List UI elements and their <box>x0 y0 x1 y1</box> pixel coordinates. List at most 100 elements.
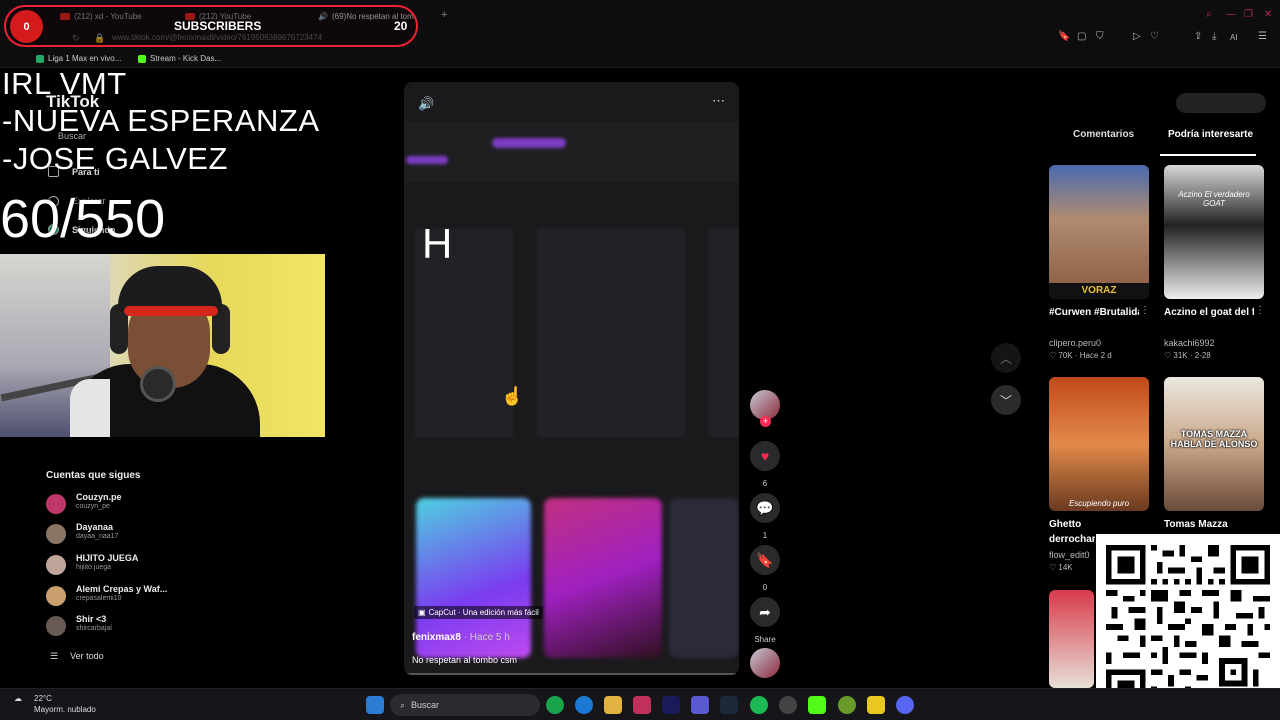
edge-icon[interactable] <box>575 696 593 714</box>
new-tab-button[interactable]: + <box>441 9 447 21</box>
following-item[interactable]: Shir <3 shircarbajal <box>46 614 226 638</box>
suggestion-title[interactable]: Tomas Mazza <box>1164 517 1254 532</box>
follow-plus-icon[interactable]: + <box>760 416 771 427</box>
suggestion-thumb[interactable]: Escupiendo puro <box>1049 377 1149 511</box>
kick-icon[interactable] <box>808 696 826 714</box>
thumb-caption: Aczino El verdadero GOAT <box>1178 190 1250 208</box>
app-green-icon[interactable] <box>838 696 856 714</box>
video-progress[interactable] <box>404 673 739 675</box>
suggestion-stats: ♡ 70K · Hace 2 d <box>1049 351 1112 360</box>
suggestion-thumb[interactable] <box>1049 590 1094 688</box>
video-blur-thumb <box>669 498 739 658</box>
heart-icon: ♥ <box>750 441 780 471</box>
following-item[interactable]: HIJITO JUEGA hijiito.juega <box>46 553 226 577</box>
comment-button[interactable]: 💬 1 <box>750 493 780 540</box>
more-options-icon[interactable]: ⋯ <box>712 93 725 109</box>
liga-icon <box>36 54 44 63</box>
tab-comentarios[interactable]: Comentarios <box>1073 129 1134 140</box>
suggestion-thumb[interactable]: Aczino El verdadero GOAT <box>1164 165 1264 299</box>
start-button[interactable] <box>366 696 384 714</box>
suggestion-stats: ♡ 31K · 2-28 <box>1164 351 1211 360</box>
subscriber-count: 20 <box>394 19 408 33</box>
save-button[interactable]: 🔖 0 <box>750 545 780 592</box>
teams-icon[interactable] <box>691 696 709 714</box>
video-blur-card <box>536 228 686 438</box>
jacket-sleeve <box>70 379 110 437</box>
restore-icon[interactable]: ❐ <box>1244 9 1253 20</box>
minimize-icon[interactable]: — <box>1226 9 1236 20</box>
avatar <box>46 555 66 575</box>
tab-podria-interesarte[interactable]: Podría interesarte <box>1168 129 1253 140</box>
cap-brim <box>124 306 218 316</box>
list-icon: ☰ <box>50 651 59 661</box>
play-icon[interactable]: ▷ <box>1133 31 1141 42</box>
screenshot-icon[interactable]: ▢ <box>1077 31 1086 42</box>
previous-video-button[interactable]: ︿ <box>991 343 1021 373</box>
video-description: No respetan al tombo csm <box>412 655 518 665</box>
menu-icon[interactable]: ☰ <box>1258 31 1267 42</box>
next-video-button[interactable]: ﹀ <box>991 385 1021 415</box>
subscriber-label: SUBSCRIBERS <box>174 19 262 33</box>
thumb-caption: Escupiendo puro <box>1068 499 1130 508</box>
top-right-controls[interactable] <box>1176 93 1266 113</box>
following-item[interactable]: Alemi Crepas y Waf... crepasalemi10 <box>46 584 226 608</box>
close-icon[interactable]: ✕ <box>1264 9 1272 20</box>
share-button[interactable]: ➦ Share <box>750 597 780 644</box>
active-tab-indicator <box>1160 154 1256 156</box>
whatsapp-icon[interactable] <box>546 696 564 714</box>
suggestion-user[interactable]: flow_edit0 <box>1049 550 1090 560</box>
suggestion-user[interactable]: clipero.peru0 <box>1049 338 1101 348</box>
app-pink-icon[interactable] <box>633 696 651 714</box>
overlay-line-2: -NUEVA ESPERANZA <box>2 103 320 138</box>
suggestion-title[interactable]: Ghetto derrochar... <box>1049 517 1095 547</box>
shield-icon[interactable]: ⛉ <box>1096 31 1104 42</box>
video-author[interactable]: fenixmax8 · Hace 5 h <box>412 632 510 643</box>
bookmark-icon: 🔖 <box>750 545 780 575</box>
avatar <box>46 616 66 636</box>
thumb-caption: VORAZ <box>1049 283 1149 299</box>
audition-icon[interactable] <box>662 696 680 714</box>
capcut-label[interactable]: ▣ CapCut · Una edición más fácil <box>414 606 543 619</box>
suggestion-title[interactable]: #Curwen #BrutalidadPoliti... <box>1049 305 1139 320</box>
mouse-cursor-icon: ☝ <box>501 386 524 406</box>
microphone <box>140 366 176 402</box>
weather-widget[interactable]: ☁ 22°C Mayorm. nublado <box>14 694 96 714</box>
subscriber-widget: 0 SUBSCRIBERS 20 <box>4 5 418 47</box>
taskbar-search[interactable]: ⌕ Buscar <box>390 694 540 716</box>
file-explorer-icon[interactable] <box>604 696 622 714</box>
discord-icon[interactable] <box>896 696 914 714</box>
following-item[interactable]: Couzyn.pe couzyn_pe <box>46 492 226 516</box>
more-icon[interactable]: ⋮ <box>1255 305 1265 316</box>
bookmark-liga1[interactable]: Liga 1 Max en vivo... <box>36 54 121 63</box>
avatar <box>46 524 66 544</box>
steam-icon[interactable] <box>720 696 738 714</box>
suggestion-thumb[interactable]: VORAZ <box>1049 165 1149 299</box>
volume-icon[interactable]: 🔊 <box>418 96 434 112</box>
sticky-notes-icon[interactable] <box>867 696 885 714</box>
following-item[interactable]: Dayanaa dayaa_naa17 <box>46 522 226 546</box>
heart-outline-icon[interactable]: ♡ <box>1150 31 1159 42</box>
capcut-icon: ▣ <box>418 608 426 617</box>
download-icon[interactable]: ⤓ <box>1212 31 1216 42</box>
cloud-icon: ☁ <box>14 694 22 703</box>
more-icon[interactable]: ⋮ <box>1140 305 1150 316</box>
ai-badge[interactable]: AI <box>1230 33 1238 42</box>
video-overlay-letter: H <box>422 220 453 267</box>
webcam-feed <box>0 254 325 437</box>
bookmarks-bar: Liga 1 Max en vivo... Stream - Kick Das.… <box>0 50 1280 68</box>
bookmark-kick[interactable]: Stream - Kick Das... <box>138 54 221 63</box>
video-blur-header <box>404 122 739 182</box>
suggestion-title[interactable]: Aczino el goat del freestyle 🎤 🎧... <box>1164 305 1254 320</box>
music-disc[interactable] <box>750 648 780 678</box>
chrome-icon[interactable] <box>779 696 797 714</box>
like-button[interactable]: ♥ 6 <box>750 441 780 488</box>
video-player[interactable]: H 🔊 ⋯ ☝ ▣ CapCut · Una edición más fácil … <box>404 82 739 675</box>
search-icon[interactable]: ⌕ <box>1206 9 1212 20</box>
spotify-icon[interactable] <box>750 696 768 714</box>
kick-icon <box>138 54 146 63</box>
suggestion-thumb[interactable]: TOMAS MAZZA HABLA DE ALONSO <box>1164 377 1264 511</box>
see-all-link[interactable]: ☰ Ver todo <box>50 651 104 662</box>
suggestion-user[interactable]: kakachi6992 <box>1164 338 1215 348</box>
share-icon[interactable]: ⇪ <box>1194 31 1202 42</box>
bookmark-icon[interactable]: 🔖 <box>1058 31 1070 42</box>
